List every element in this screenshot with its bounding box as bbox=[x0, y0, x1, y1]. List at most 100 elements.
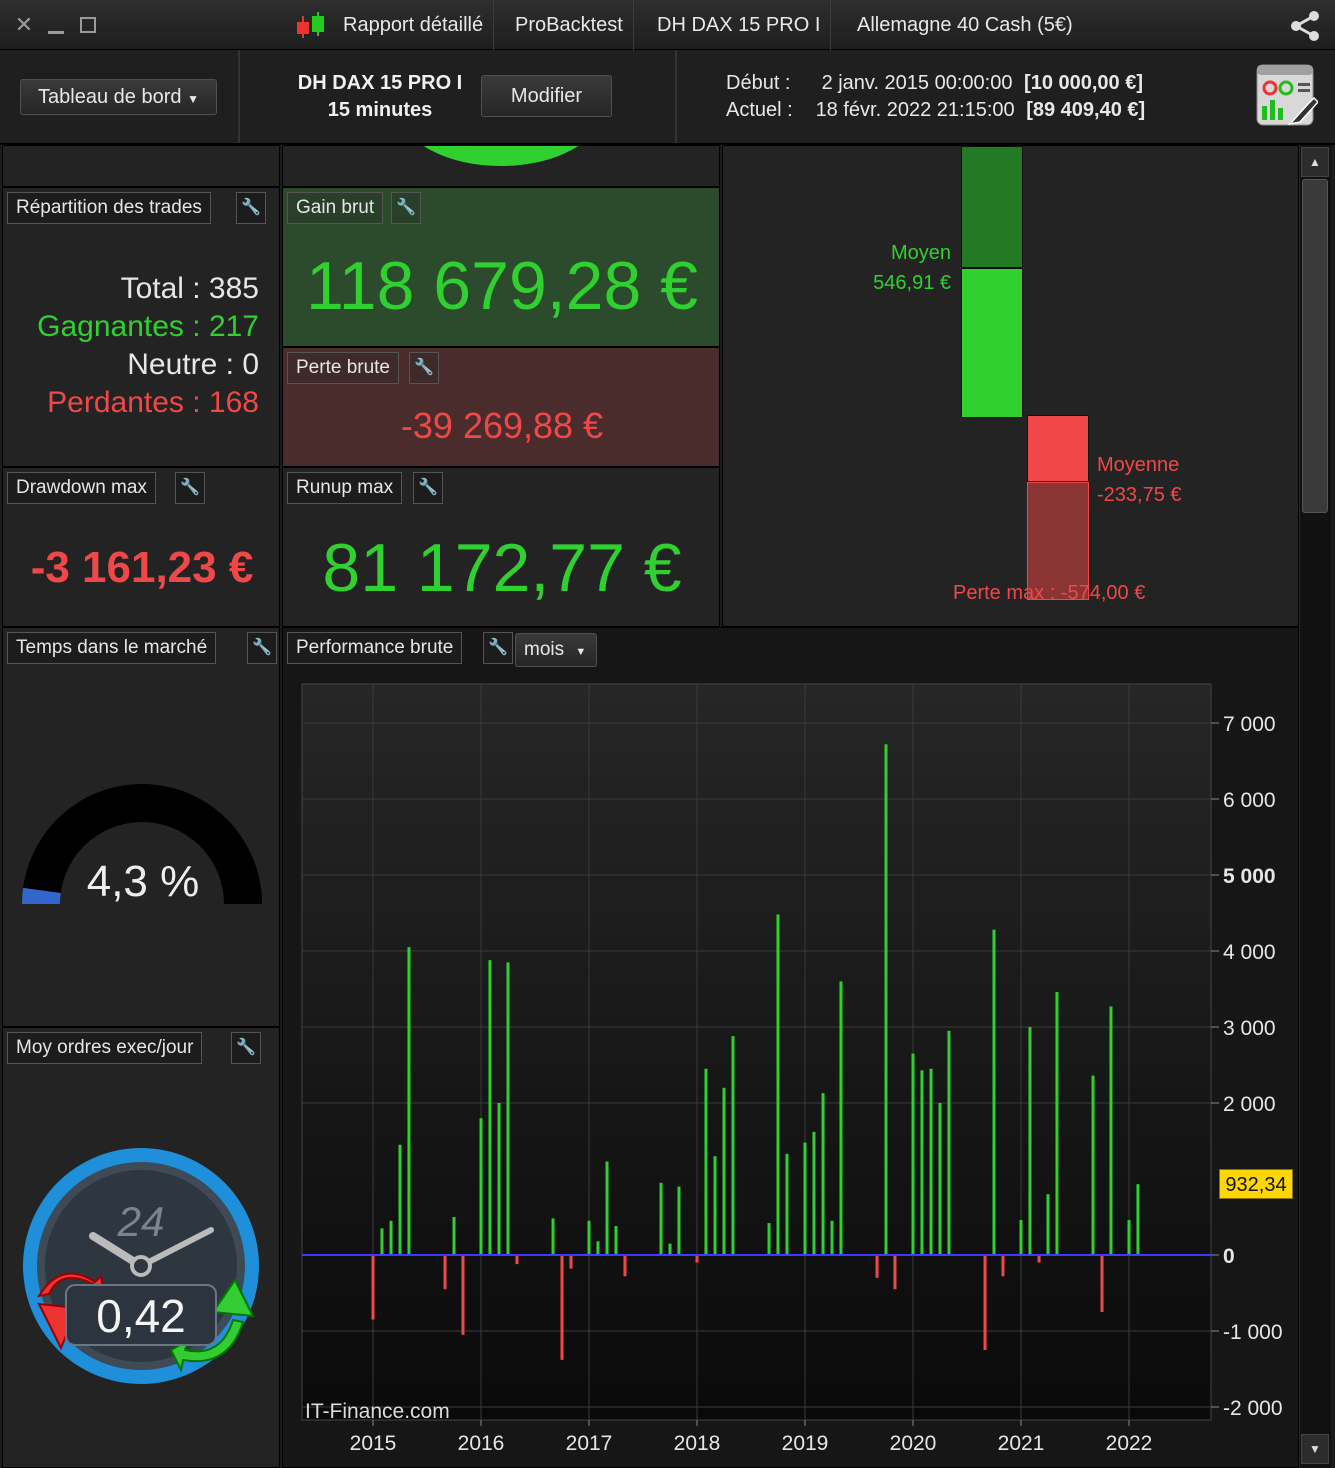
chart-bar bbox=[596, 1241, 600, 1255]
max-gain-bar bbox=[961, 146, 1023, 268]
wrench-icon[interactable]: 🔧 bbox=[231, 1032, 261, 1064]
title-bar: ✕ Rapport détaillé ProBacktest DH DAX 15… bbox=[0, 0, 1335, 50]
tab-strategy[interactable]: DH DAX 15 PRO I bbox=[647, 0, 832, 50]
period-info: Début : 2 janv. 2015 00:00:00 [10 000,00… bbox=[726, 70, 1145, 124]
chart-bar bbox=[1001, 1255, 1005, 1277]
minimize-icon[interactable] bbox=[44, 13, 68, 37]
chart-bar bbox=[407, 947, 411, 1255]
time-in-market-value: 4,3 % bbox=[86, 857, 200, 906]
debut-label: Début : bbox=[726, 72, 791, 94]
actuel-capital: [89 409,40 €] bbox=[1026, 99, 1146, 121]
panel-drawdown: Drawdown max 🔧 -3 161,23 € bbox=[2, 467, 280, 627]
chart-bar bbox=[506, 962, 510, 1255]
wrench-icon[interactable]: 🔧 bbox=[409, 352, 439, 384]
avg-loss-bar bbox=[1027, 415, 1089, 482]
dashboard-dropdown[interactable]: Tableau de bord ▼ bbox=[20, 79, 217, 115]
gross-gain-title: Gain brut bbox=[287, 192, 384, 224]
chart-bar bbox=[398, 1144, 402, 1255]
chart-bar bbox=[1019, 1220, 1023, 1255]
wrench-icon[interactable]: 🔧 bbox=[413, 472, 443, 504]
chart-bar bbox=[1091, 1075, 1095, 1255]
scroll-thumb[interactable] bbox=[1302, 179, 1328, 513]
y-tick-label: 6 000 bbox=[1223, 789, 1276, 812]
chart-bar bbox=[659, 1182, 663, 1255]
chart-bar bbox=[452, 1217, 456, 1255]
panel-orders-per-day: Moy ordres exec/jour 🔧 24 0,42 bbox=[2, 1027, 280, 1468]
maximize-icon[interactable] bbox=[76, 13, 100, 37]
chart-bar bbox=[605, 1161, 609, 1255]
chart-bar bbox=[722, 1087, 726, 1255]
x-tick-label: 2022 bbox=[1106, 1432, 1153, 1455]
x-tick-label: 2019 bbox=[782, 1432, 829, 1455]
chart-bar bbox=[920, 1070, 924, 1255]
trades-total: Total : 385 bbox=[120, 272, 259, 305]
chart-bar bbox=[812, 1131, 816, 1255]
avg-gain-caption: Moyen bbox=[890, 242, 951, 264]
x-tick-label: 2016 bbox=[458, 1432, 505, 1455]
avg-gain-bar bbox=[961, 268, 1023, 418]
chart-bar bbox=[515, 1255, 519, 1265]
debut-capital: [10 000,00 €] bbox=[1024, 72, 1144, 94]
chart-bar bbox=[623, 1255, 627, 1277]
performance-chart[interactable]: 7 000 6 000 5 000 4 000 3 000 2 000 0 -1 000 -2 … bbox=[283, 628, 1299, 1468]
chart-bar bbox=[992, 929, 996, 1255]
modify-button[interactable]: Modifier bbox=[481, 75, 612, 117]
x-tick-label: 2020 bbox=[890, 1432, 937, 1455]
chart-bar bbox=[1037, 1255, 1041, 1263]
chevron-down-icon: ▼ bbox=[187, 92, 199, 106]
y-tick-label: -1 000 bbox=[1223, 1321, 1283, 1344]
strategy-info: DH DAX 15 PRO I 15 minutes bbox=[275, 70, 485, 124]
gross-loss-title: Perte brute bbox=[287, 352, 399, 384]
debut-date: 2 janv. 2015 00:00:00 bbox=[821, 72, 1013, 94]
wrench-icon[interactable]: 🔧 bbox=[175, 472, 205, 504]
chart-bar bbox=[614, 1226, 618, 1255]
tab-rapport-detaille[interactable]: Rapport détaillé bbox=[333, 0, 495, 50]
chart-bar bbox=[380, 1228, 384, 1255]
strategy-timeframe: 15 minutes bbox=[327, 99, 433, 121]
panel-average-trade: Moyen 546,91 € Moyenne -233,75 € Perte m… bbox=[722, 145, 1299, 627]
chart-bar bbox=[1046, 1194, 1050, 1255]
chart-plot-area bbox=[301, 683, 1212, 1421]
trades-stats: Total : 385 Gagnantes : 217 Neutre : 0 P… bbox=[37, 270, 259, 422]
chart-bar bbox=[668, 1243, 672, 1255]
clock-dial-number: 24 bbox=[117, 1198, 165, 1245]
orders-title: Moy ordres exec/jour bbox=[7, 1032, 203, 1064]
chart-bar bbox=[1055, 992, 1059, 1255]
wrench-icon[interactable]: 🔧 bbox=[236, 192, 266, 224]
panel-top-mid-partial bbox=[282, 145, 720, 187]
wrench-icon[interactable]: 🔧 bbox=[247, 632, 277, 664]
chart-bar bbox=[1127, 1220, 1131, 1255]
settings-report-icon[interactable] bbox=[1256, 64, 1318, 128]
scroll-down-icon[interactable]: ▼ bbox=[1301, 1434, 1329, 1464]
trades-losing: Perdantes : 168 bbox=[47, 386, 259, 419]
share-icon[interactable] bbox=[1288, 9, 1322, 43]
scroll-up-icon[interactable]: ▲ bbox=[1301, 147, 1329, 177]
pie-chart-fragment bbox=[401, 146, 601, 166]
clock-gauge-icon: 24 bbox=[23, 1148, 259, 1384]
chart-bar bbox=[911, 1053, 915, 1255]
tab-instrument[interactable]: Allemagne 40 Cash (5€) bbox=[847, 0, 1083, 50]
avg-loss-label: Moyenne -233,75 € bbox=[1097, 450, 1182, 510]
close-icon[interactable]: ✕ bbox=[12, 13, 36, 37]
chart-bar bbox=[371, 1255, 375, 1320]
x-tick-label: 2021 bbox=[998, 1432, 1045, 1455]
panel-gross-loss: Perte brute 🔧 -39 269,88 € bbox=[282, 347, 720, 467]
max-loss-label: Perte max : -574,00 € bbox=[953, 582, 1146, 604]
wrench-icon[interactable]: 🔧 bbox=[391, 192, 421, 224]
chart-bar bbox=[677, 1186, 681, 1255]
chart-bar bbox=[704, 1068, 708, 1255]
avg-loss-value: -233,75 € bbox=[1097, 484, 1182, 506]
chart-bar bbox=[875, 1255, 879, 1278]
chart-bar bbox=[587, 1220, 591, 1255]
candlestick-icon bbox=[297, 12, 324, 38]
chart-bar bbox=[893, 1255, 897, 1290]
y-tick-label: 0 bbox=[1223, 1245, 1235, 1268]
tab-probacktest[interactable]: ProBacktest bbox=[505, 0, 634, 50]
avg-gain-label: Moyen 546,91 € bbox=[843, 238, 951, 298]
chart-bar bbox=[938, 1103, 942, 1255]
chart-bar bbox=[443, 1255, 447, 1290]
vertical-scrollbar[interactable]: ▲ ▼ bbox=[1299, 145, 1331, 1468]
chart-bar bbox=[731, 1036, 735, 1255]
actuel-date: 18 févr. 2022 21:15:00 bbox=[815, 99, 1015, 121]
divider bbox=[238, 50, 240, 143]
